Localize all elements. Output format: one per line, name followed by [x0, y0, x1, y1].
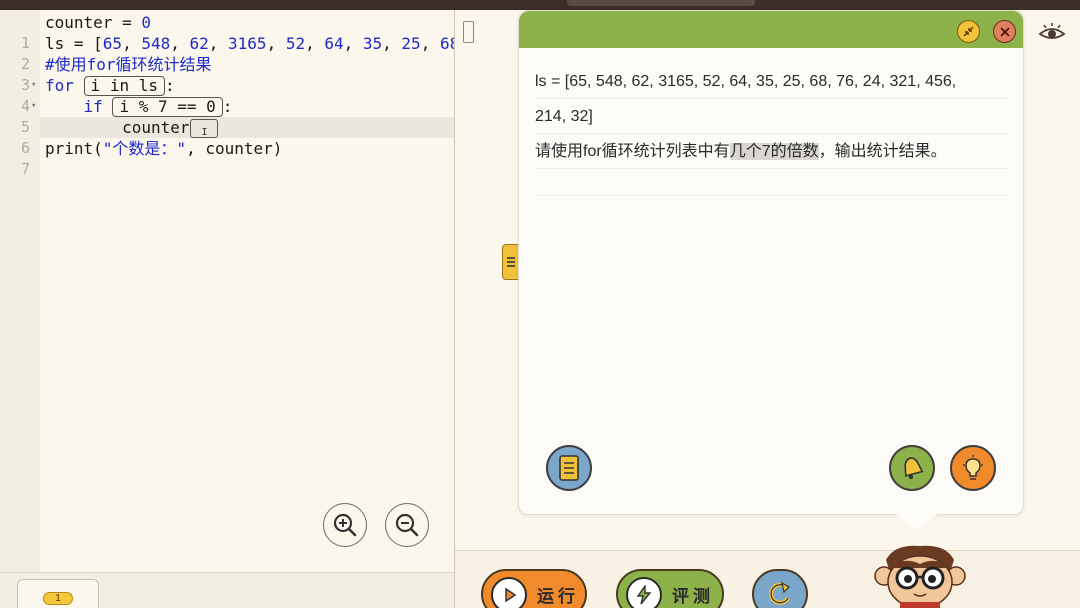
- zoom-out-button[interactable]: [385, 503, 429, 547]
- reset-button[interactable]: [752, 569, 808, 608]
- code-text[interactable]: counter = 0: [45, 12, 151, 33]
- code-line-3[interactable]: 3 #使用for循环统计结果: [0, 54, 455, 94]
- close-icon: [999, 26, 1010, 37]
- editor-bottom-bar: 1: [0, 572, 455, 608]
- close-button[interactable]: [993, 20, 1016, 43]
- empty-slot[interactable]: [189, 119, 218, 143]
- number-token: 64: [324, 34, 344, 53]
- number-token: 0: [141, 13, 151, 32]
- card-pointer: [895, 513, 939, 531]
- document-icon[interactable]: [463, 21, 474, 43]
- fold-arrow-icon[interactable]: ▾: [31, 96, 36, 117]
- code-line-7[interactable]: 7 print("个数是：", counter): [0, 138, 455, 178]
- code-token: ,: [382, 34, 402, 53]
- notes-button[interactable]: [546, 445, 592, 491]
- task-card-header: [519, 11, 1023, 48]
- number-token: 25: [401, 34, 421, 53]
- top-tab[interactable]: [567, 0, 755, 6]
- instruction-post: ，输出统计结果。: [818, 143, 947, 160]
- run-button[interactable]: 运行: [481, 569, 587, 608]
- bell-icon: [904, 457, 924, 480]
- code-line-1[interactable]: 1 counter = 0: [0, 12, 455, 52]
- hint-button[interactable]: [950, 445, 996, 491]
- instruction-pre: 请使用for循环统计列表中有: [535, 143, 730, 160]
- refresh-icon: [769, 581, 790, 605]
- play-icon: [491, 577, 527, 608]
- code-counter-assign: counter = 0: [45, 13, 151, 32]
- lightbulb-icon: [963, 455, 983, 480]
- code-line-5[interactable]: 5 ▾ if i % 7 == 0:: [0, 96, 455, 136]
- evaluate-label: 评测: [672, 586, 714, 606]
- monkey-mascot: [874, 545, 966, 608]
- code-editor[interactable]: 1 counter = 0 2 ls = [65, 548, 62, 3165,…: [0, 10, 455, 572]
- number-token: 68: [439, 34, 455, 53]
- keyword-if: if: [83, 97, 103, 116]
- code-print-statement[interactable]: print("个数是：", counter): [45, 138, 282, 159]
- page-tab[interactable]: 1: [17, 579, 99, 608]
- counter-token: counter: [122, 118, 190, 137]
- task-list-line-2: 214, 32]: [535, 108, 593, 125]
- code-token: ,: [170, 34, 190, 53]
- colon: :: [222, 97, 233, 116]
- zoom-in-button[interactable]: [323, 503, 367, 547]
- code-line-2[interactable]: 2 ls = [65, 548, 62, 3165, 52, 64, 35, 2…: [0, 33, 455, 73]
- menu-lines-icon: [507, 257, 515, 267]
- code-token: ,: [343, 34, 363, 53]
- code-comment: #使用for循环统计结果: [45, 55, 212, 74]
- code-line-4[interactable]: 4 ▾ for i in ls:: [0, 75, 455, 115]
- code-counter-line[interactable]: counter: [45, 117, 218, 143]
- text-rule: [535, 168, 1009, 169]
- code-token: ls = [: [45, 34, 103, 53]
- code-line-6[interactable]: 6 counter: [0, 117, 455, 157]
- text-rule: [535, 195, 1009, 196]
- if-slot[interactable]: i % 7 == 0: [112, 97, 223, 117]
- number-token: 3165: [228, 34, 267, 53]
- line-number: 7: [20, 160, 30, 178]
- zoom-out-icon: [395, 513, 419, 537]
- code-token: ,: [208, 34, 229, 53]
- lightning-icon: [626, 577, 662, 608]
- reminder-button[interactable]: [889, 445, 935, 491]
- keyword-for: for: [45, 76, 74, 95]
- code-list-assign: ls = [65, 548, 62, 3165, 52, 64, 35, 25,…: [45, 34, 455, 53]
- colon: :: [164, 76, 175, 95]
- fold-arrow-icon[interactable]: ▾: [31, 75, 36, 96]
- run-label: 运行: [537, 586, 579, 606]
- number-token: 35: [362, 34, 383, 53]
- code-token: ,: [122, 34, 142, 53]
- instruction-highlight: 几个7的倍数: [729, 143, 819, 160]
- task-list-line-1: ls = [65, 548, 62, 3165, 52, 64, 35, 25,…: [535, 73, 957, 90]
- number-token: 548: [141, 34, 171, 53]
- code-if-statement[interactable]: if i % 7 == 0:: [45, 96, 232, 117]
- task-instruction: 请使用for循环统计列表中有几个7的倍数，输出统计结果。: [535, 134, 1015, 169]
- minimize-icon: [963, 26, 974, 37]
- page-badge: 1: [43, 592, 73, 605]
- code-text[interactable]: ls = [65, 548, 62, 3165, 52, 64, 35, 25,…: [45, 33, 455, 54]
- number-token: 62: [189, 34, 209, 53]
- code-for-statement[interactable]: for i in ls:: [45, 75, 175, 96]
- evaluate-button[interactable]: 评测: [616, 569, 724, 608]
- zoom-in-icon: [333, 513, 357, 537]
- number-token: 52: [285, 34, 306, 53]
- task-card: ls = [65, 548, 62, 3165, 52, 64, 35, 25,…: [518, 10, 1024, 515]
- minimize-button[interactable]: [957, 20, 980, 43]
- code-token: ,: [420, 34, 440, 53]
- print-string: "个数是：": [102, 139, 187, 158]
- code-token: ,: [305, 34, 325, 53]
- eye-icon[interactable]: [1038, 22, 1066, 44]
- code-token: ,: [266, 34, 286, 53]
- for-slot[interactable]: i in ls: [83, 76, 165, 96]
- document-icon: [559, 455, 579, 481]
- top-strip: [0, 0, 1080, 10]
- code-token: counter =: [45, 13, 142, 32]
- number-token: 65: [102, 34, 123, 53]
- print-rest: , counter): [186, 139, 283, 158]
- print-fn: print(: [45, 139, 103, 158]
